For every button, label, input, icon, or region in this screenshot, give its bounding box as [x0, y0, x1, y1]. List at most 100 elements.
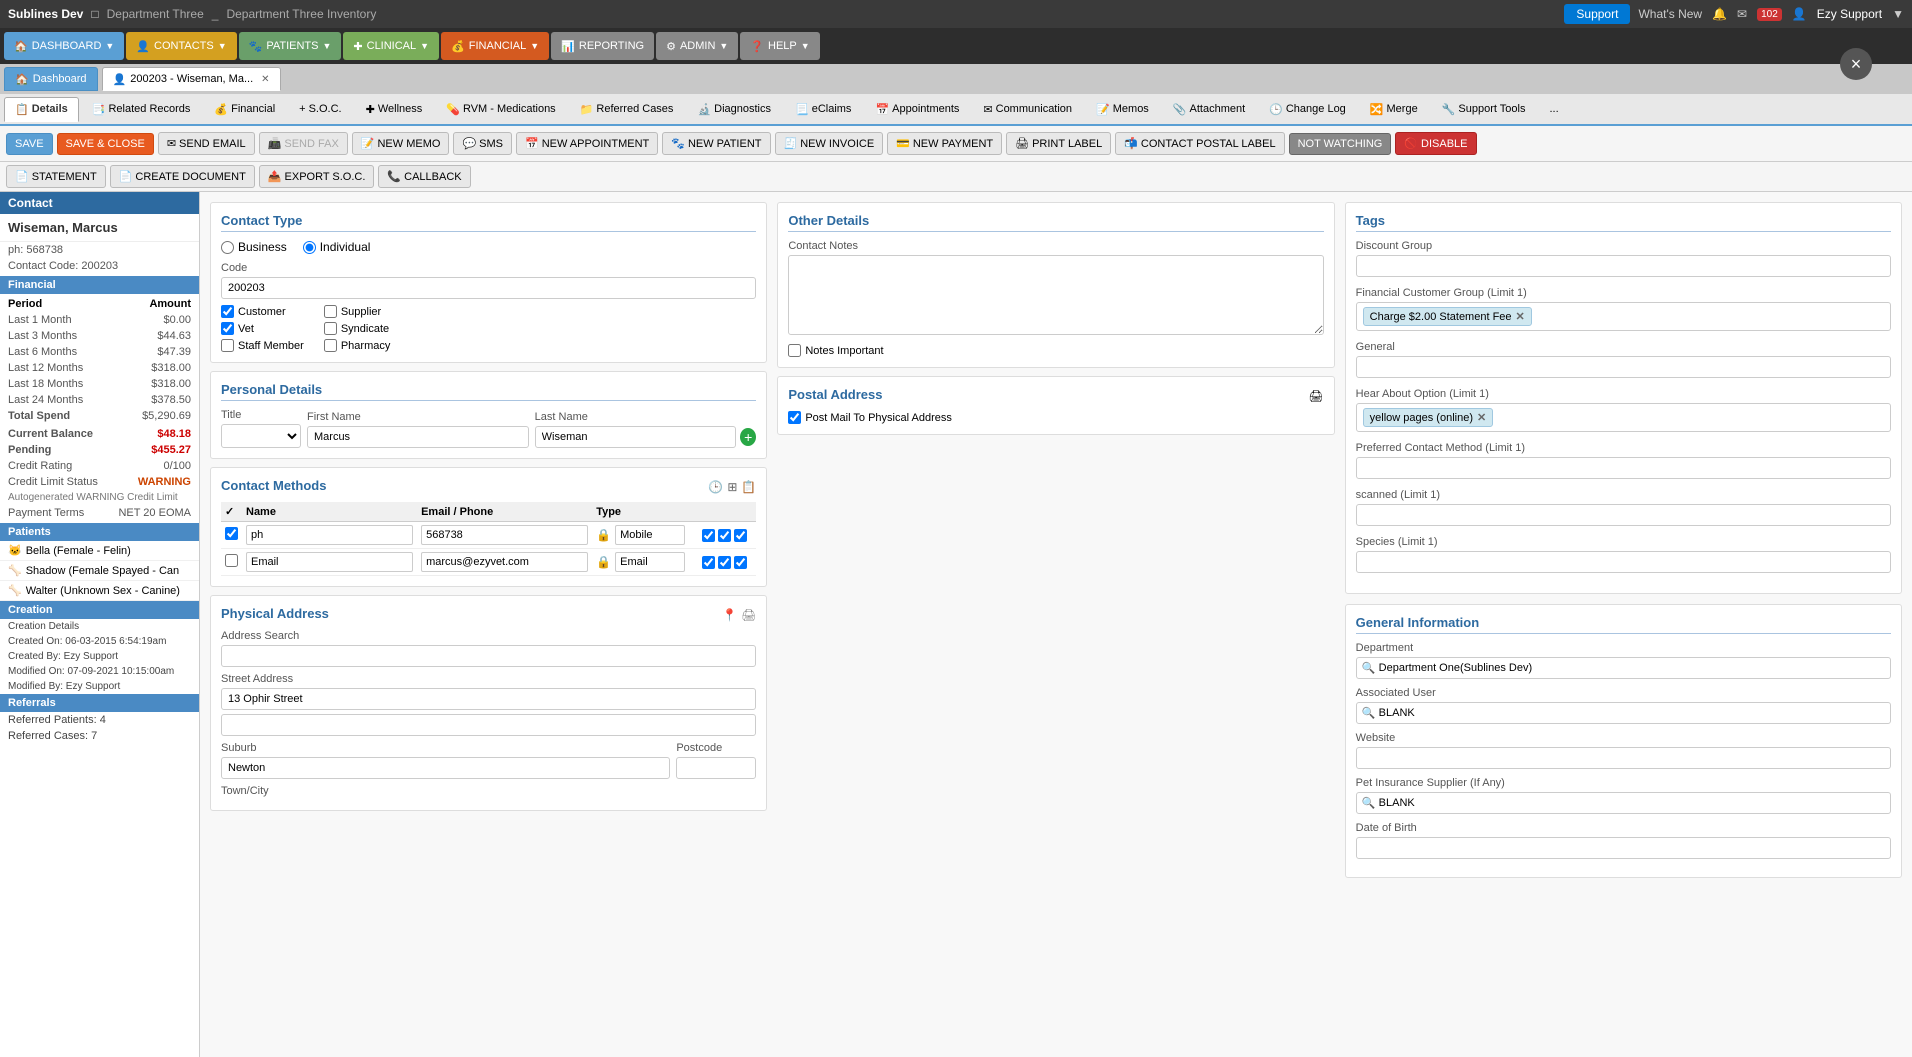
method-0-icon3[interactable]: [734, 529, 747, 542]
nav-patients[interactable]: 🐾 PATIENTS ▼: [239, 32, 342, 60]
method-1-email[interactable]: [421, 552, 588, 572]
street-address-input[interactable]: [221, 688, 756, 710]
export-soc-button[interactable]: 📤 EXPORT S.O.C.: [259, 165, 375, 188]
last-name-input[interactable]: [535, 426, 736, 448]
location-pin-icon[interactable]: 📍: [722, 608, 737, 622]
customer-checkbox[interactable]: [221, 305, 234, 318]
method-0-phone[interactable]: [421, 525, 588, 545]
new-payment-button[interactable]: 💳 NEW PAYMENT: [887, 132, 1002, 155]
method-1-check[interactable]: [225, 554, 238, 567]
new-patient-button[interactable]: 🐾 NEW PATIENT: [662, 132, 770, 155]
sub-tab-change-log[interactable]: 🕒 Change Log: [1258, 97, 1357, 122]
sub-tab-merge[interactable]: 🔀 Merge: [1359, 97, 1429, 122]
individual-radio[interactable]: [303, 241, 316, 254]
species-input[interactable]: [1356, 551, 1891, 573]
first-name-input[interactable]: [307, 426, 529, 448]
send-fax-button[interactable]: 📠 SEND FAX: [259, 132, 348, 155]
nav-admin[interactable]: ⚙ ADMIN ▼: [656, 32, 738, 60]
sub-tab-more[interactable]: ...: [1538, 97, 1569, 121]
callback-button[interactable]: 📞 CALLBACK: [378, 165, 470, 188]
notification-icon[interactable]: 🔔: [1712, 7, 1727, 21]
sub-tab-diagnostics[interactable]: 🔬 Diagnostics: [686, 97, 782, 122]
pet-insurance-input[interactable]: [1356, 792, 1891, 814]
website-input[interactable]: [1356, 747, 1891, 769]
sub-tab-support-tools[interactable]: 🔧 Support Tools: [1431, 97, 1537, 122]
sub-tab-attachment[interactable]: 📎 Attachment: [1162, 97, 1256, 122]
sub-tab-related-records[interactable]: 📑 Related Records: [81, 97, 202, 122]
method-1-type[interactable]: [615, 552, 685, 572]
postcode-input[interactable]: [676, 757, 756, 779]
contact-notes-textarea[interactable]: [788, 255, 1323, 335]
clock-icon[interactable]: 🕒: [708, 480, 723, 494]
individual-radio-label[interactable]: Individual: [303, 240, 371, 254]
notes-important-label[interactable]: Notes Important: [788, 344, 1323, 357]
syndicate-checkbox[interactable]: [324, 322, 337, 335]
title-select[interactable]: Mr Mrs Ms Dr: [221, 424, 301, 448]
sub-tab-referred-cases[interactable]: 📁 Referred Cases: [569, 97, 685, 122]
disable-button[interactable]: 🚫 DISABLE: [1395, 132, 1476, 155]
method-1-icon3[interactable]: [734, 556, 747, 569]
code-input[interactable]: [221, 277, 756, 299]
grid-icon[interactable]: ⊞: [727, 480, 737, 494]
sub-tab-appointments[interactable]: 📅 Appointments: [864, 97, 970, 122]
tab-dashboard[interactable]: 🏠 Dashboard: [4, 67, 98, 91]
whats-new-link[interactable]: What's New: [1638, 7, 1702, 21]
scanned-input[interactable]: [1356, 504, 1891, 526]
nav-clinical[interactable]: ✚ CLINICAL ▼: [343, 32, 439, 60]
general-input[interactable]: [1356, 356, 1891, 378]
mail-icon[interactable]: ✉: [1737, 7, 1747, 21]
new-appointment-button[interactable]: 📅 NEW APPOINTMENT: [516, 132, 658, 155]
discount-group-input[interactable]: [1356, 255, 1891, 277]
method-1-icon2[interactable]: [718, 556, 731, 569]
sub-tab-rvm[interactable]: 💊 RVM - Medications: [435, 97, 566, 122]
method-0-type[interactable]: [615, 525, 685, 545]
address-search-input[interactable]: [221, 645, 756, 667]
pharmacy-checkbox[interactable]: [324, 339, 337, 352]
create-document-button[interactable]: 📄 CREATE DOCUMENT: [110, 165, 255, 188]
patient-bella[interactable]: 🐱 Bella (Female - Felin): [0, 541, 199, 561]
post-to-physical-checkbox[interactable]: [788, 411, 801, 424]
sub-tab-communication[interactable]: ✉ Communication: [972, 97, 1083, 122]
not-watching-button[interactable]: NOT WATCHING: [1289, 133, 1392, 155]
staff-member-checkbox[interactable]: [221, 339, 234, 352]
financial-customer-group-input[interactable]: Charge $2.00 Statement Fee ✕: [1356, 302, 1891, 331]
save-button[interactable]: SAVE: [6, 133, 53, 155]
add-name-button[interactable]: +: [740, 428, 756, 446]
chip-remove-icon[interactable]: ✕: [1516, 310, 1525, 323]
syndicate-checkbox-label[interactable]: Syndicate: [324, 322, 391, 335]
new-invoice-button[interactable]: 🧾 NEW INVOICE: [775, 132, 884, 155]
sub-tab-financial[interactable]: 💰 Financial: [203, 97, 286, 122]
tab-close-icon[interactable]: ✕: [261, 74, 269, 85]
post-to-physical-label[interactable]: Post Mail To Physical Address: [788, 411, 1323, 424]
business-radio-label[interactable]: Business: [221, 240, 287, 254]
nav-dashboard[interactable]: 🏠 DASHBOARD ▼: [4, 32, 124, 60]
customer-checkbox-label[interactable]: Customer: [221, 305, 304, 318]
sms-button[interactable]: 💬 SMS: [453, 132, 512, 155]
preferred-contact-method-input[interactable]: [1356, 457, 1891, 479]
support-button[interactable]: Support: [1564, 4, 1630, 24]
suburb-input[interactable]: [221, 757, 670, 779]
nav-reporting[interactable]: 📊 REPORTING: [551, 32, 654, 60]
printer-icon[interactable]: 🖨: [741, 608, 756, 622]
statement-button[interactable]: 📄 STATEMENT: [6, 165, 106, 188]
patient-walter[interactable]: 🦴 Walter (Unknown Sex - Canine): [0, 581, 199, 601]
business-radio[interactable]: [221, 241, 234, 254]
sub-tab-eclaims[interactable]: 📃 eClaims: [784, 97, 862, 122]
nav-help[interactable]: ❓ HELP ▼: [740, 32, 819, 60]
sub-tab-wellness[interactable]: ✚ Wellness: [355, 97, 434, 122]
vet-checkbox[interactable]: [221, 322, 234, 335]
send-email-button[interactable]: ✉ SEND EMAIL: [158, 132, 255, 155]
method-0-icon1[interactable]: [702, 529, 715, 542]
supplier-checkbox[interactable]: [324, 305, 337, 318]
method-0-check[interactable]: [225, 527, 238, 540]
tab-contact[interactable]: 👤 200203 - Wiseman, Ma... ✕: [102, 67, 281, 91]
street-address-line2-input[interactable]: [221, 714, 756, 736]
nav-financial[interactable]: 💰 FINANCIAL ▼: [441, 32, 549, 60]
hear-chip-remove-icon[interactable]: ✕: [1477, 411, 1486, 424]
method-0-name[interactable]: [246, 525, 413, 545]
date-of-birth-input[interactable]: [1356, 837, 1891, 859]
method-1-name[interactable]: [246, 552, 413, 572]
nav-contacts[interactable]: 👤 CONTACTS ▼: [126, 32, 236, 60]
sub-tab-memos[interactable]: 📝 Memos: [1085, 97, 1160, 122]
notes-important-checkbox[interactable]: [788, 344, 801, 357]
